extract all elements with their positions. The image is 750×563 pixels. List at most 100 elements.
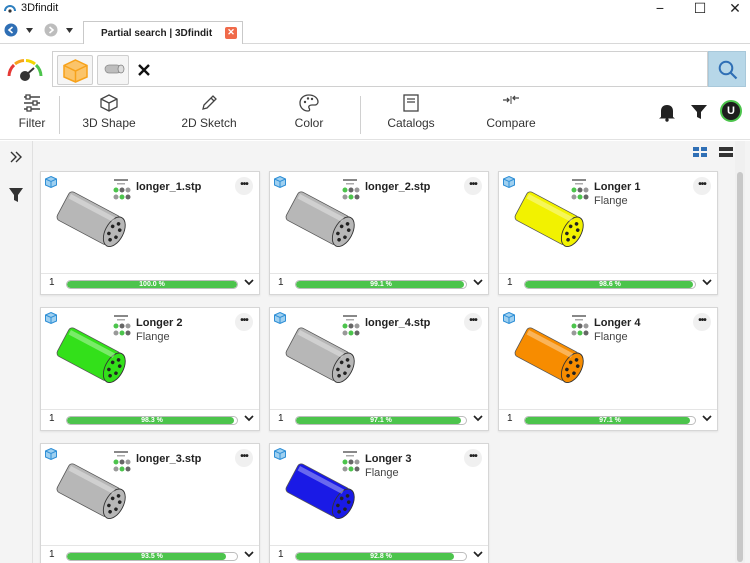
color-label: Color: [294, 116, 324, 130]
2d-sketch-label: 2D Sketch: [181, 116, 237, 130]
2d-sketch-button[interactable]: 2D Sketch: [174, 94, 244, 130]
card-footer: 1 98.6 %: [499, 273, 717, 294]
scrollbar-thumb[interactable]: [737, 172, 743, 562]
tab-label: Partial search | 3Dfindit: [101, 28, 213, 39]
result-card[interactable]: longer_4.stp ••• 1 97.1 %: [269, 307, 489, 431]
part-name[interactable]: longer_3.stp: [136, 453, 201, 465]
maximize-button[interactable]: ☐: [685, 0, 715, 18]
grid-view-icon[interactable]: [693, 147, 707, 157]
more-options-button[interactable]: •••: [693, 313, 711, 331]
left-rail: [0, 141, 33, 563]
chevron-down-icon[interactable]: [244, 277, 254, 287]
result-card[interactable]: Longer 2 Flange ••• 1 98.3 %: [40, 307, 260, 431]
minimize-button[interactable]: −: [645, 0, 675, 18]
catalog-logo-icon: [342, 315, 360, 336]
compare-label: Compare: [486, 116, 536, 130]
close-window-button[interactable]: ✕: [720, 0, 750, 18]
result-card[interactable]: Longer 4 Flange ••• 1 97.1 %: [498, 307, 718, 431]
cube-outline-icon: [100, 94, 118, 112]
filter-button[interactable]: Filter: [14, 94, 50, 130]
part-category: Flange: [365, 467, 399, 479]
similarity-percent: 97.1 %: [370, 417, 392, 424]
similarity-bar: 100.0 %: [66, 280, 238, 289]
user-avatar[interactable]: U: [720, 100, 742, 122]
part-category: Flange: [594, 195, 628, 207]
search-input[interactable]: [52, 51, 708, 87]
search-button[interactable]: [708, 51, 746, 87]
expand-panel-icon[interactable]: [9, 150, 23, 164]
forward-icon[interactable]: [44, 23, 58, 37]
chevron-down-icon[interactable]: [473, 277, 483, 287]
part-name[interactable]: Longer 2: [136, 317, 182, 329]
result-count: 1: [49, 277, 55, 288]
chevron-down-icon[interactable]: [702, 277, 712, 287]
part-name[interactable]: longer_1.stp: [136, 181, 201, 193]
card-footer: 1 98.3 %: [41, 409, 259, 430]
result-card[interactable]: longer_1.stp ••• 1 100.0 %: [40, 171, 260, 295]
result-card[interactable]: Longer 1 Flange ••• 1 98.6 %: [498, 171, 718, 295]
tab-bar: Partial search | 3Dfindit ✕: [0, 18, 750, 44]
3d-shape-button[interactable]: 3D Shape: [74, 94, 144, 130]
more-options-button[interactable]: •••: [235, 177, 253, 195]
close-tab-icon[interactable]: ✕: [225, 27, 237, 39]
tab-partial-search[interactable]: Partial search | 3Dfindit ✕: [83, 21, 243, 44]
catalogs-button[interactable]: Catalogs: [382, 94, 440, 130]
part-category: Flange: [136, 331, 170, 343]
clear-search-icon[interactable]: [138, 64, 150, 76]
result-card[interactable]: Longer 3 Flange ••• 1 92.8 %: [269, 443, 489, 563]
more-options-button[interactable]: •••: [235, 313, 253, 331]
result-count: 1: [278, 413, 284, 424]
card-footer: 1 92.8 %: [270, 545, 488, 563]
catalogs-label: Catalogs: [387, 116, 435, 130]
card-footer: 1 97.1 %: [499, 409, 717, 430]
result-count: 1: [49, 413, 55, 424]
part-thumbnail-icon: [104, 64, 125, 74]
part-name[interactable]: Longer 1: [594, 181, 640, 193]
similarity-percent: 100.0 %: [139, 281, 165, 288]
notifications-bell-icon[interactable]: [657, 102, 677, 122]
similarity-percent: 98.6 %: [599, 281, 621, 288]
search-row: [0, 44, 750, 92]
catalog-logo-icon: [342, 179, 360, 200]
chevron-down-icon[interactable]: [473, 413, 483, 423]
app-logo-icon: [4, 5, 16, 13]
more-options-button[interactable]: •••: [693, 177, 711, 195]
more-options-button[interactable]: •••: [464, 177, 482, 195]
list-view-icon[interactable]: [719, 147, 733, 157]
catalog-logo-icon: [571, 179, 589, 200]
filter-funnel-icon[interactable]: [690, 103, 708, 121]
more-options-button[interactable]: •••: [235, 449, 253, 467]
catalog-logo-icon: [571, 315, 589, 336]
compare-arrows-icon: [503, 95, 519, 104]
similarity-bar: 98.6 %: [524, 280, 696, 289]
chevron-down-icon[interactable]: [244, 549, 254, 559]
result-card[interactable]: longer_3.stp ••• 1 93.5 %: [40, 443, 260, 563]
color-button[interactable]: Color: [284, 94, 334, 130]
more-options-button[interactable]: •••: [464, 313, 482, 331]
chevron-down-icon[interactable]: [702, 413, 712, 423]
catalog-book-icon: [403, 94, 419, 112]
similarity-percent: 93.5 %: [141, 553, 163, 560]
part-name[interactable]: longer_2.stp: [365, 181, 430, 193]
result-card[interactable]: longer_2.stp ••• 1 99.1 %: [269, 171, 489, 295]
catalog-logo-icon: [113, 451, 131, 472]
compare-button[interactable]: Compare: [482, 94, 540, 130]
search-chip-shape[interactable]: [57, 55, 93, 85]
similarity-bar: 92.8 %: [295, 552, 467, 561]
filter-panel-icon[interactable]: [8, 186, 24, 204]
sliders-icon: [24, 94, 40, 112]
chevron-down-icon[interactable]: [473, 549, 483, 559]
part-name[interactable]: Longer 4: [594, 317, 640, 329]
part-name[interactable]: Longer 3: [365, 453, 411, 465]
back-dropdown-icon[interactable]: [26, 28, 33, 33]
chevron-down-icon[interactable]: [244, 413, 254, 423]
forward-dropdown-icon[interactable]: [66, 28, 73, 33]
result-count: 1: [278, 549, 284, 560]
search-chip-part[interactable]: [97, 55, 129, 85]
part-name[interactable]: longer_4.stp: [365, 317, 430, 329]
back-icon[interactable]: [4, 23, 18, 37]
more-options-button[interactable]: •••: [464, 449, 482, 467]
filter-label: Filter: [18, 116, 46, 130]
result-count: 1: [507, 413, 513, 424]
pencil-icon: [202, 95, 217, 110]
